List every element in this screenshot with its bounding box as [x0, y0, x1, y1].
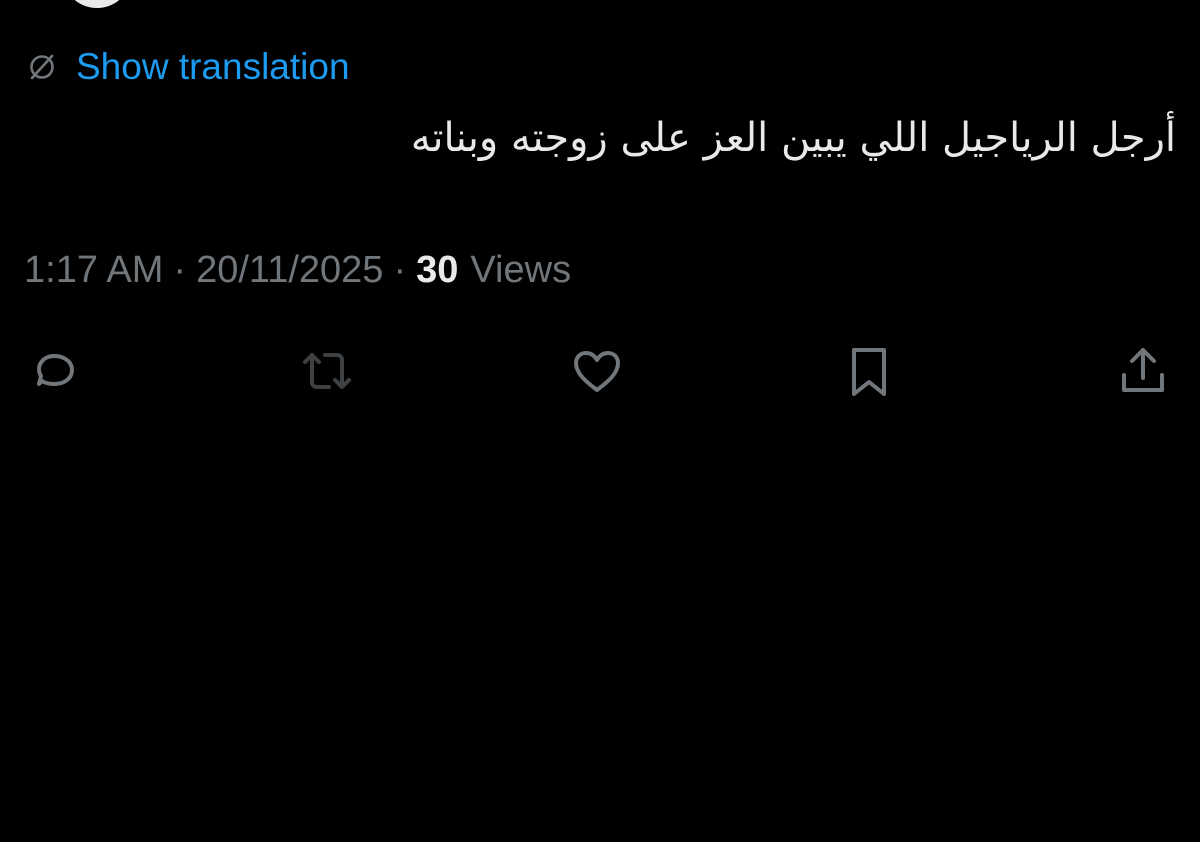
reply-button[interactable]: [22, 340, 84, 402]
action-bar: [0, 340, 1200, 402]
tweet-date[interactable]: 20/11/2025: [196, 249, 383, 292]
retweet-button[interactable]: [296, 340, 358, 402]
meta-separator: ·: [393, 248, 407, 291]
reply-icon: [25, 343, 81, 399]
bookmark-button[interactable]: [838, 340, 900, 402]
retweet-icon: [298, 342, 356, 400]
meta-separator: ·: [173, 248, 187, 291]
bookmark-icon: [841, 342, 897, 400]
share-button[interactable]: [1112, 340, 1174, 402]
tweet-time[interactable]: 1:17 AM: [24, 249, 163, 292]
globe-slash-icon: [24, 49, 60, 85]
show-translation-link[interactable]: Show translation: [76, 46, 350, 88]
like-button[interactable]: [566, 340, 628, 402]
views-label[interactable]: Views: [470, 249, 571, 292]
views-count[interactable]: 30: [416, 249, 458, 292]
share-icon: [1115, 342, 1171, 400]
tweet-meta: 1:17 AM · 20/11/2025 · 30 Views: [24, 245, 571, 295]
avatar[interactable]: [62, 0, 132, 8]
like-icon: [568, 342, 626, 400]
tweet-text: أرجل الرياجيل اللي يبين العز على زوجته و…: [410, 115, 1176, 161]
translation-row: Show translation: [24, 44, 350, 90]
